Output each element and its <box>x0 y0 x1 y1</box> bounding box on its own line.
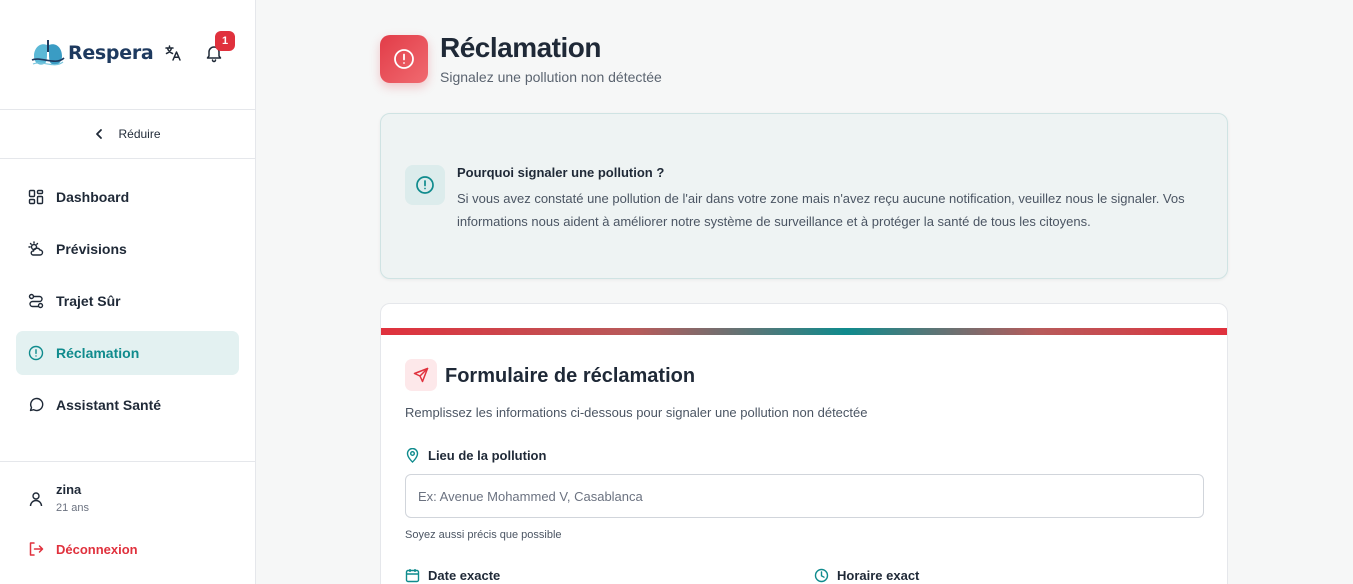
map-pin-icon <box>406 448 419 463</box>
sidebar-item-label: Assistant Santé <box>56 397 162 413</box>
alert-circle-icon <box>416 176 434 194</box>
page-subtitle: Signalez une pollution non détectée <box>440 69 662 85</box>
calendar-icon <box>405 569 420 583</box>
lieu-label-text: Lieu de la pollution <box>428 448 547 463</box>
date-label-text: Date exacte <box>428 568 501 583</box>
notification-badge[interactable]: 1 <box>215 31 235 51</box>
lungs-logo-icon <box>31 40 65 66</box>
app-logo[interactable]: Respera <box>30 36 154 70</box>
user-profile[interactable]: zina 21 ans <box>28 482 255 514</box>
lieu-hint: Soyez aussi précis que possible <box>405 529 562 541</box>
collapse-sidebar-button[interactable]: Réduire <box>0 110 255 159</box>
sidebar-item-label: Dashboard <box>56 189 130 205</box>
lieu-label: Lieu de la pollution <box>405 448 546 463</box>
info-icon-box <box>405 165 445 205</box>
sidebar-item-reclamation[interactable]: Réclamation <box>16 331 239 375</box>
sidebar-item-label: Trajet Sûr <box>56 293 121 309</box>
sidebar-item-previsions[interactable]: Prévisions <box>16 227 239 271</box>
logout-icon <box>29 542 44 556</box>
lieu-input[interactable] <box>405 474 1204 518</box>
collapse-label: Réduire <box>118 127 161 141</box>
info-text: Si vous avez constaté une pollution de l… <box>457 191 1185 229</box>
page-header-icon <box>380 35 428 83</box>
time-label: Horaire exact <box>814 568 919 583</box>
brand-row: Respera 1 <box>0 0 255 110</box>
sidebar-item-label: Prévisions <box>56 241 127 257</box>
date-label: Date exacte <box>405 568 500 583</box>
dashboard-icon <box>28 189 44 205</box>
form-icon-box <box>405 359 437 391</box>
info-card: Pourquoi signaler une pollution ? Si vou… <box>380 113 1228 279</box>
send-icon <box>413 367 429 383</box>
chevron-left-icon <box>96 129 103 139</box>
translate-icon[interactable] <box>163 43 183 63</box>
alert-circle-icon <box>28 345 44 361</box>
sidebar-nav: Dashboard Prévisions Trajet Sûr Réclamat… <box>0 159 255 427</box>
chat-icon <box>29 397 44 412</box>
form-accent-bar <box>381 328 1227 335</box>
user-name: zina <box>56 482 82 497</box>
sidebar-item-assistant-sante[interactable]: Assistant Santé <box>16 383 239 427</box>
sidebar-item-trajet-sur[interactable]: Trajet Sûr <box>16 279 239 323</box>
user-icon <box>29 492 43 507</box>
user-section: zina 21 ans Déconnexion <box>0 461 255 584</box>
brand-name: Respera <box>68 42 154 64</box>
complaint-form: Formulaire de réclamation Remplissez les… <box>380 303 1228 584</box>
user-age: 21 ans <box>56 502 90 514</box>
route-icon <box>28 293 44 309</box>
page-title: Réclamation <box>440 32 602 63</box>
logout-label: Déconnexion <box>56 541 138 557</box>
alert-circle-icon <box>394 49 414 69</box>
info-title: Pourquoi signaler une pollution ? <box>457 165 665 180</box>
sidebar-item-dashboard[interactable]: Dashboard <box>16 175 239 219</box>
clock-icon <box>814 568 829 583</box>
sidebar: Respera 1 Réduire Dashboard Prévisions T… <box>0 0 256 584</box>
logout-button[interactable]: Déconnexion <box>28 541 255 557</box>
weather-icon <box>28 241 44 256</box>
form-title: Formulaire de réclamation <box>445 365 696 387</box>
sidebar-item-label: Réclamation <box>56 345 140 361</box>
form-description: Remplissez les informations ci-dessous p… <box>405 405 868 420</box>
time-label-text: Horaire exact <box>837 568 920 583</box>
